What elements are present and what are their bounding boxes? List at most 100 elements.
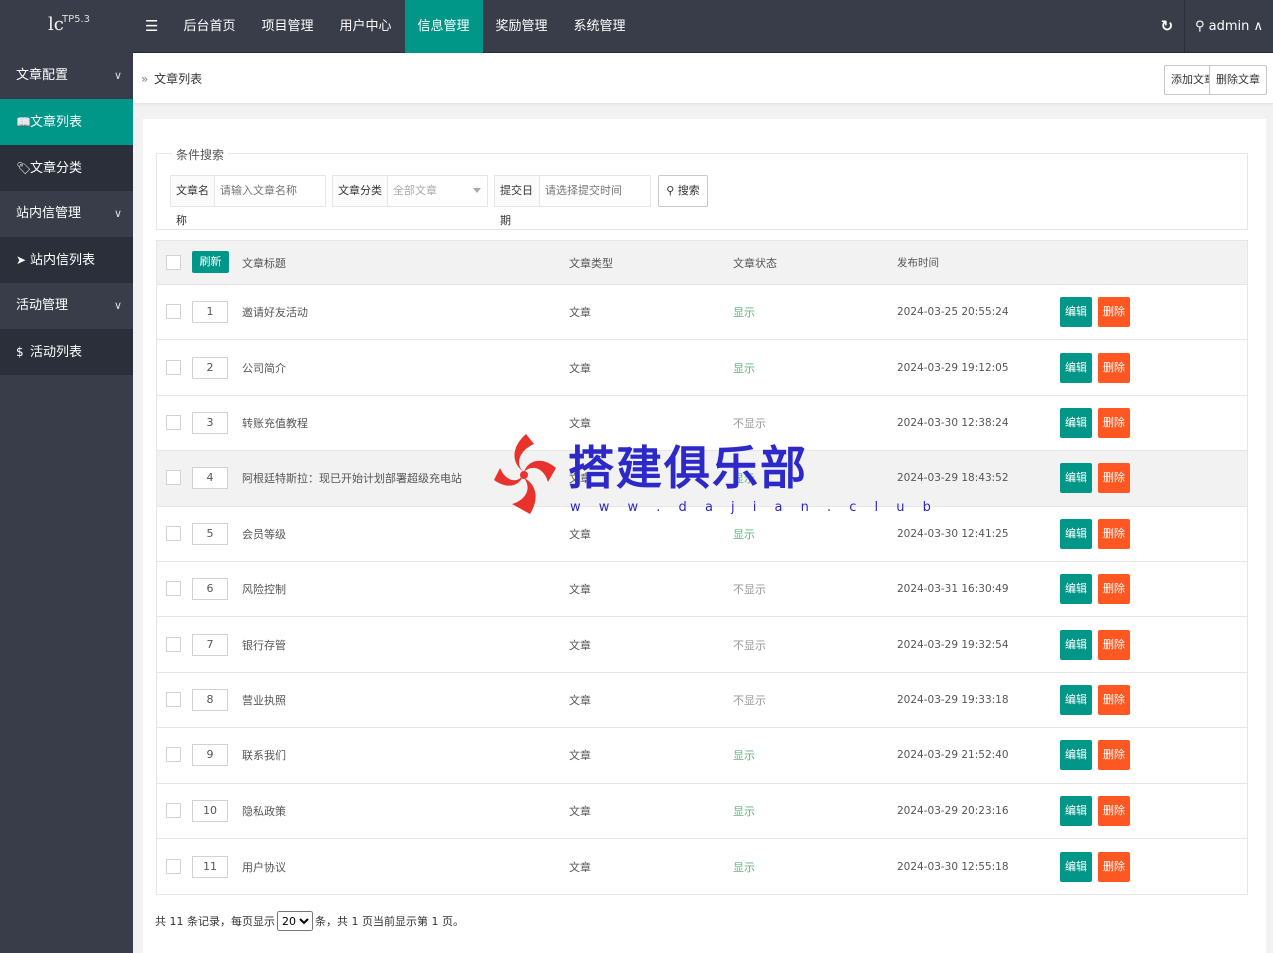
- sidebar-item[interactable]: 📖文章列表: [0, 99, 133, 145]
- edit-button[interactable]: 编辑: [1060, 851, 1092, 882]
- row-title[interactable]: 转账充值教程: [242, 396, 308, 450]
- row-title[interactable]: 阿根廷特斯拉：现已开始计划部署超级充电站: [242, 451, 462, 505]
- logo[interactable]: lc TP5.3: [0, 0, 133, 53]
- delete-button[interactable]: 删除: [1098, 297, 1130, 328]
- row-status: 不显示: [733, 416, 766, 430]
- table-row: 5 会员等级 文章 显示 2024-03-30 12:41:25 编辑 删除: [157, 506, 1247, 562]
- row-index: 2: [192, 356, 228, 379]
- refresh-button[interactable]: 刷新: [192, 251, 229, 273]
- delete-button[interactable]: 删除: [1098, 629, 1130, 660]
- edit-button[interactable]: 编辑: [1060, 463, 1092, 494]
- delete-article-button[interactable]: 删除文章: [1209, 65, 1267, 95]
- sidebar-item[interactable]: ➤ 站内信列表: [0, 237, 133, 283]
- row-time: 2024-03-30 12:55:18: [897, 860, 1009, 873]
- edit-button[interactable]: 编辑: [1060, 352, 1092, 383]
- delete-button[interactable]: 删除: [1098, 518, 1130, 549]
- user-menu[interactable]: ⚲ admin ∧: [1183, 0, 1273, 53]
- row-type: 文章: [569, 361, 591, 375]
- edit-button[interactable]: 编辑: [1060, 629, 1092, 660]
- row-title[interactable]: 隐私政策: [242, 784, 286, 838]
- row-status: 不显示: [733, 583, 766, 597]
- search-icon: ⚲: [666, 184, 675, 197]
- date-search-field: 提交日期: [494, 175, 651, 227]
- search-button[interactable]: ⚲ 搜索: [658, 175, 708, 207]
- refresh-icon[interactable]: ↻: [1150, 0, 1184, 53]
- table-row: 11 用户协议 文章 显示 2024-03-30 12:55:18 编辑 删除: [157, 838, 1247, 895]
- category-select-field[interactable]: 文章分类 全部文章: [332, 175, 488, 207]
- edit-button[interactable]: 编辑: [1060, 297, 1092, 328]
- sidebar-item[interactable]: 🏷文章分类: [0, 145, 133, 191]
- row-title[interactable]: 会员等级: [242, 507, 286, 561]
- row-checkbox[interactable]: [166, 802, 181, 818]
- row-status: 不显示: [733, 638, 766, 652]
- row-checkbox[interactable]: [166, 858, 181, 874]
- category-select-value[interactable]: 全部文章: [388, 176, 442, 206]
- row-index: 3: [192, 411, 228, 434]
- search-fieldset: 条件搜索 文章名称 文章分类 全部文章 提交日期 ⚲ 搜索: [156, 146, 1248, 230]
- table-row: 8 营业执照 文章 不显示 2024-03-29 19:33:18 编辑 删除: [157, 672, 1247, 729]
- nav-item[interactable]: 项目管理: [248, 0, 326, 53]
- header-type: 文章类型: [569, 256, 613, 270]
- row-title[interactable]: 公司简介: [242, 340, 286, 394]
- edit-button[interactable]: 编辑: [1060, 407, 1092, 438]
- name-search-input[interactable]: [215, 176, 325, 206]
- edit-button[interactable]: 编辑: [1060, 740, 1092, 771]
- date-search-input[interactable]: [540, 176, 650, 206]
- row-checkbox[interactable]: [166, 581, 181, 597]
- nav-item[interactable]: 用户中心: [326, 0, 404, 53]
- page-size-select[interactable]: 20: [277, 911, 313, 931]
- row-checkbox[interactable]: [166, 747, 181, 763]
- row-index: 4: [192, 467, 228, 490]
- chevron-up-icon: ∧: [1253, 19, 1263, 34]
- delete-button[interactable]: 删除: [1098, 684, 1130, 715]
- row-title[interactable]: 风险控制: [242, 562, 286, 616]
- row-time: 2024-03-30 12:41:25: [897, 527, 1009, 540]
- delete-button[interactable]: 删除: [1098, 352, 1130, 383]
- sidebar-item-label: 文章配置: [16, 68, 69, 83]
- sidebar-item-label: 站内信列表: [30, 253, 96, 268]
- nav-item[interactable]: 后台首页: [170, 0, 248, 53]
- row-title[interactable]: 银行存管: [242, 617, 286, 671]
- edit-button[interactable]: 编辑: [1060, 795, 1092, 826]
- delete-button[interactable]: 删除: [1098, 795, 1130, 826]
- delete-button[interactable]: 删除: [1098, 851, 1130, 882]
- sidebar-item[interactable]: $ 活动列表: [0, 329, 133, 375]
- nav-item[interactable]: 系统管理: [561, 0, 639, 53]
- edit-button[interactable]: 编辑: [1060, 684, 1092, 715]
- row-checkbox[interactable]: [166, 470, 181, 486]
- delete-button[interactable]: 删除: [1098, 574, 1130, 605]
- delete-button[interactable]: 删除: [1098, 740, 1130, 771]
- search-legend: 条件搜索: [172, 146, 229, 163]
- row-checkbox[interactable]: [166, 414, 181, 430]
- row-type: 文章: [569, 804, 591, 818]
- row-title[interactable]: 邀请好友活动: [242, 285, 308, 339]
- row-type: 文章: [569, 472, 591, 486]
- list-panel: 条件搜索 文章名称 文章分类 全部文章 提交日期 ⚲ 搜索: [143, 119, 1266, 953]
- select-all-checkbox[interactable]: [166, 254, 181, 270]
- edit-button[interactable]: 编辑: [1060, 518, 1092, 549]
- sidebar-item[interactable]: 活动管理 ∨: [0, 283, 133, 329]
- row-title[interactable]: 联系我们: [242, 728, 286, 782]
- nav-item[interactable]: 奖励管理: [483, 0, 561, 53]
- row-title[interactable]: 用户协议: [242, 839, 286, 894]
- row-checkbox[interactable]: [166, 691, 181, 707]
- row-checkbox[interactable]: [166, 525, 181, 541]
- row-title[interactable]: 营业执照: [242, 673, 286, 727]
- table-row: 3 转账充值教程 文章 不显示 2024-03-30 12:38:24 编辑 删除: [157, 395, 1247, 452]
- row-time: 2024-03-29 19:33:18: [897, 693, 1009, 706]
- delete-button[interactable]: 删除: [1098, 407, 1130, 438]
- breadcrumb-arrow-icon: »: [141, 72, 149, 86]
- row-status: 显示: [733, 804, 755, 818]
- row-checkbox[interactable]: [166, 359, 181, 375]
- row-time: 2024-03-29 19:12:05: [897, 361, 1009, 374]
- menu-toggle-icon[interactable]: ☰: [133, 0, 170, 53]
- sidebar-item[interactable]: 文章配置 ∨: [0, 53, 133, 99]
- sidebar-item[interactable]: 站内信管理 ∨: [0, 191, 133, 237]
- nav-item[interactable]: 信息管理: [404, 0, 483, 53]
- delete-button[interactable]: 删除: [1098, 463, 1130, 494]
- edit-button[interactable]: 编辑: [1060, 574, 1092, 605]
- row-checkbox[interactable]: [166, 636, 181, 652]
- row-time: 2024-03-29 19:32:54: [897, 638, 1009, 651]
- row-checkbox[interactable]: [166, 304, 181, 320]
- header-title: 文章标题: [242, 256, 286, 270]
